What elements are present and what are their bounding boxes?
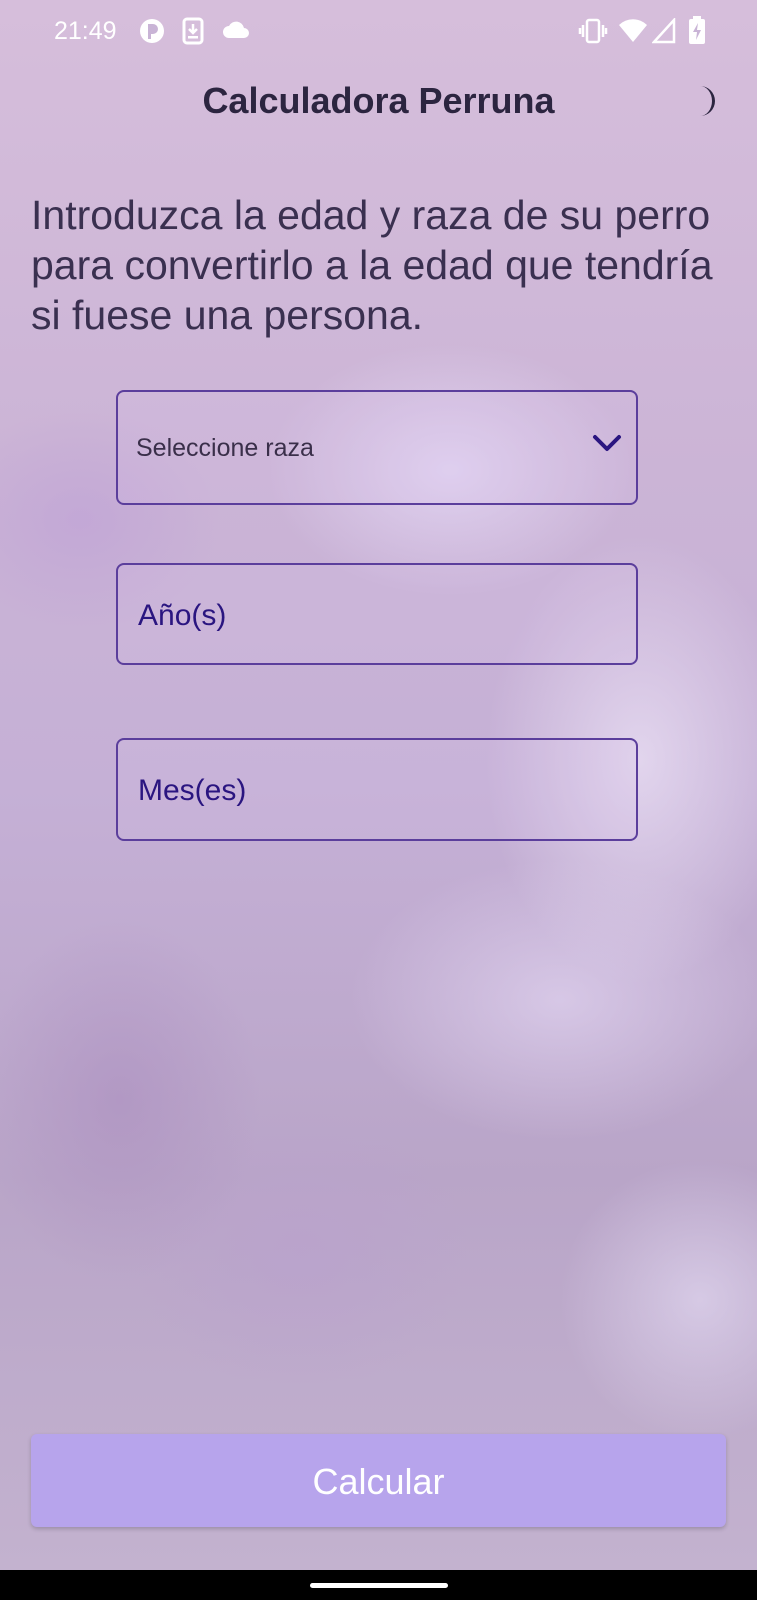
download-icon [182,17,204,45]
intro-text: Introduzca la edad y raza de su perro pa… [31,192,713,338]
navigation-bar [0,1570,757,1600]
months-field [116,738,638,841]
moon-icon[interactable] [692,84,722,118]
wifi-icon [619,19,647,42]
chevron-down-icon [593,435,621,451]
breed-select[interactable]: Seleccione raza [116,390,638,505]
signal-icon [652,18,676,44]
years-field [116,563,638,665]
home-indicator[interactable] [310,1583,448,1588]
cloud-icon [223,21,249,38]
vibrate-icon [578,18,608,44]
status-bar: 21:49 [0,0,757,62]
app-title: Calculadora Perruna [202,80,555,121]
years-input[interactable] [138,599,608,633]
status-time: 21:49 [54,17,117,45]
calculate-button[interactable]: Calcular [31,1434,726,1527]
months-input[interactable] [138,774,608,808]
breed-select-label: Seleccione raza [136,434,314,462]
battery-charging-icon [689,16,705,44]
app-notification-icon [140,19,164,43]
